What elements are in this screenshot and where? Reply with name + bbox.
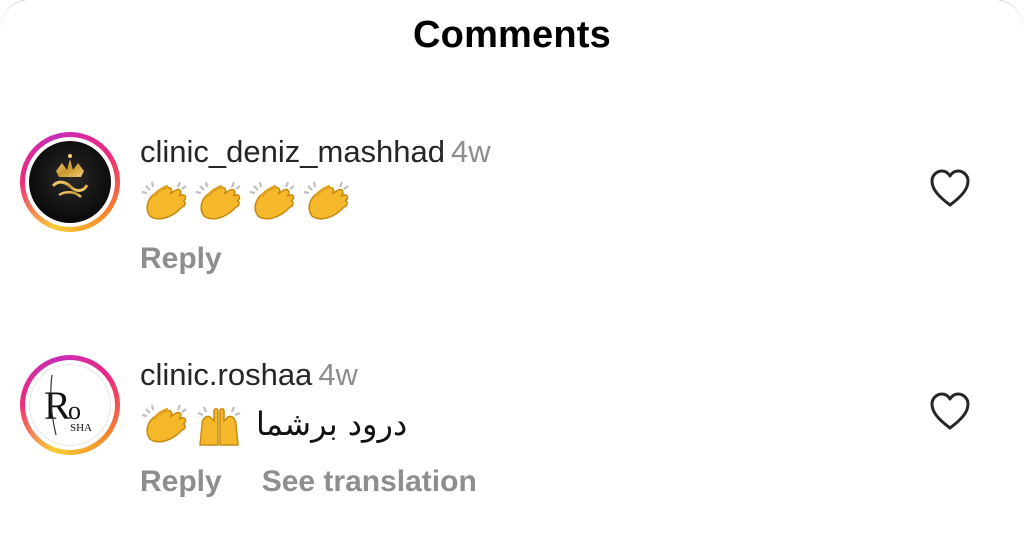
comment-item: R o SHA clinic.roshaa 4w درود برشما Repl… bbox=[0, 355, 1024, 525]
comment-text bbox=[140, 174, 356, 224]
avatar-story-ring[interactable]: R o SHA bbox=[20, 355, 120, 455]
reply-button[interactable]: Reply bbox=[140, 242, 222, 275]
crown-logo-icon bbox=[51, 154, 89, 198]
comment-timestamp: 4w bbox=[318, 357, 358, 392]
svg-text:R: R bbox=[44, 383, 71, 428]
comment-text: درود برشما bbox=[140, 397, 407, 449]
clapping-hands-icon bbox=[249, 181, 295, 220]
reply-button[interactable]: Reply bbox=[140, 465, 222, 498]
see-translation-button[interactable]: See translation bbox=[262, 465, 477, 498]
rosha-logo-icon: R o SHA bbox=[44, 374, 92, 436]
clapping-hands-icon bbox=[303, 181, 349, 220]
clapping-hands-icon bbox=[141, 181, 187, 220]
avatar[interactable]: R o SHA bbox=[29, 364, 111, 446]
comment-username[interactable]: clinic.roshaa bbox=[140, 357, 312, 392]
comment-message: درود برشما bbox=[256, 405, 408, 444]
comment-timestamp: 4w bbox=[451, 134, 491, 169]
raising-hands-icon bbox=[197, 406, 241, 446]
page-title: Comments bbox=[413, 14, 611, 56]
svg-text:SHA: SHA bbox=[70, 422, 92, 434]
avatar[interactable] bbox=[29, 141, 111, 223]
clapping-hands-icon bbox=[195, 181, 241, 220]
comment-username[interactable]: clinic_deniz_mashhad bbox=[140, 134, 445, 169]
comments-sheet: Comments clinic_deniz_mashhad 4w Reply R… bbox=[0, 0, 1024, 540]
like-heart-icon[interactable] bbox=[928, 167, 972, 211]
like-heart-icon[interactable] bbox=[928, 390, 972, 434]
avatar-story-ring[interactable] bbox=[20, 132, 120, 232]
clapping-hands-icon bbox=[141, 404, 187, 443]
svg-text:o: o bbox=[68, 396, 81, 425]
comment-item: clinic_deniz_mashhad 4w Reply bbox=[0, 132, 1024, 302]
